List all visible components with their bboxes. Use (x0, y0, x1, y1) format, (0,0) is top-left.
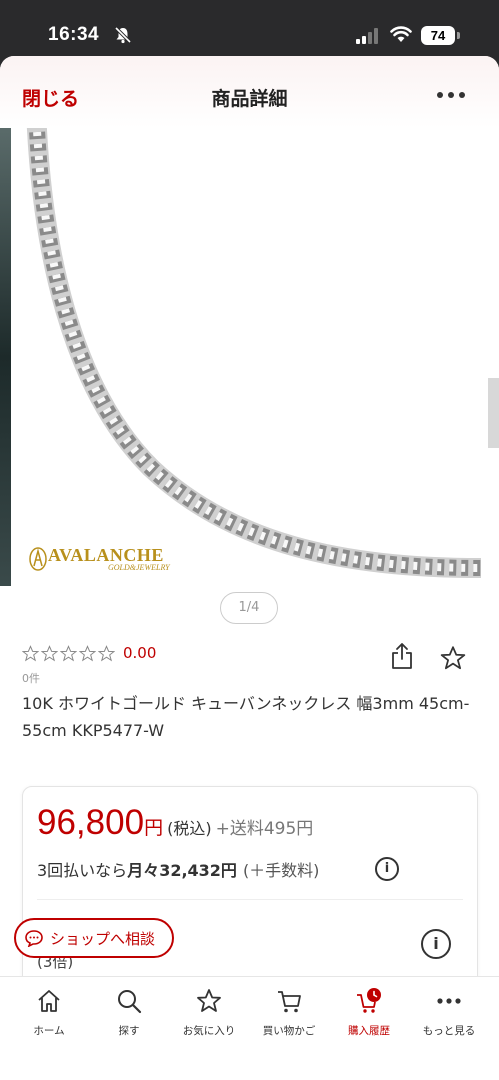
battery-level: 74 (421, 26, 455, 45)
tab-label: もっと見る (422, 1025, 476, 1037)
product-title: 10K ホワイトゴールド キューバンネックレス 幅3mm 45cm-55cm K… (22, 694, 470, 740)
next-image-peek (488, 378, 499, 448)
more-options-icon[interactable] (437, 92, 465, 100)
shop-consult-button[interactable]: ショップへ相談 (14, 918, 174, 958)
product-image (26, 128, 482, 578)
search-icon (118, 990, 142, 1014)
shop-consult-label: ショップへ相談 (50, 929, 156, 948)
shipping-fee: +送料495円 (215, 819, 314, 839)
chat-bubble-icon (25, 930, 43, 947)
rating-star-icon (22, 644, 39, 661)
installment-amount: 月々32,432円 (127, 861, 237, 880)
review-count[interactable]: 0件 (22, 670, 40, 686)
tab-label: ホーム (33, 1025, 65, 1037)
tab-label: お気に入り (182, 1025, 236, 1037)
brand-name: AVALANCHE (48, 545, 164, 565)
installment-prefix: 3回払いなら (37, 861, 128, 880)
status-bar: 16:34 74 (0, 0, 499, 56)
previous-image-peek (0, 128, 11, 586)
product-image-gallery[interactable]: AVALANCHE GOLD&JEWELRY (0, 128, 499, 588)
tab-home[interactable]: ホーム (8, 977, 90, 1047)
history-icon (357, 988, 381, 1013)
tab-favorites[interactable]: お気に入り (168, 977, 250, 1047)
favorite-star-icon[interactable] (440, 645, 466, 671)
brand-logo: AVALANCHE GOLD&JEWELRY (28, 546, 170, 572)
share-icon[interactable] (390, 642, 414, 670)
rating-star-icon (41, 644, 58, 661)
cart-icon (278, 991, 301, 1013)
tab-label: 買い物かご (262, 1025, 316, 1037)
product-detail-sheet: 閉じる 商品詳細 AVALANCHE GOLD&JEWELRY 1/4 0.00… (0, 56, 499, 1080)
price-amount: 96,800 (37, 803, 145, 842)
price-currency: 円 (144, 817, 164, 839)
tax-label: (税込) (167, 819, 212, 838)
status-time: 16:34 (48, 24, 100, 45)
rating-star-icon (60, 644, 77, 661)
brand-mark-icon (29, 547, 47, 571)
tab-label: 探す (118, 1025, 140, 1037)
page-title: 商品詳細 (211, 88, 288, 110)
tab-cart[interactable]: 買い物かご (248, 977, 330, 1047)
cellular-signal-icon (356, 28, 378, 44)
rating-row[interactable]: 0.00 (22, 644, 156, 662)
installment-info-icon[interactable]: i (375, 857, 399, 881)
rating-star-icon (98, 644, 115, 661)
star-icon (197, 989, 221, 1012)
divider (37, 899, 463, 900)
tab-more[interactable]: もっと見る (408, 977, 490, 1047)
points-info-icon[interactable]: i (421, 929, 451, 959)
tab-search[interactable]: 探す (88, 977, 170, 1047)
rating-star-icon (79, 644, 96, 661)
brand-subtitle: GOLD&JEWELRY (108, 563, 170, 572)
more-icon (437, 998, 461, 1004)
home-icon (38, 990, 60, 1012)
tab-label: 購入履歴 (348, 1025, 390, 1037)
price-row: 96,800円 (税込) +送料495円 (37, 803, 313, 843)
tab-purchase-history[interactable]: 購入履歴 (328, 977, 410, 1047)
bell-slash-icon (114, 26, 132, 44)
installment-fee: (＋手数料) (242, 861, 320, 880)
rating-value: 0.00 (123, 644, 157, 662)
header: 閉じる 商品詳細 (0, 56, 499, 128)
battery-tip (457, 32, 460, 39)
installment-info: 3回払いなら月々32,432円 (＋手数料) (37, 857, 319, 881)
wifi-icon (390, 26, 412, 42)
bottom-tab-bar: ホーム 探す お気に入り 買い物かご 購入履歴 もっと見る (0, 976, 499, 1080)
image-pager: 1/4 (220, 592, 278, 624)
